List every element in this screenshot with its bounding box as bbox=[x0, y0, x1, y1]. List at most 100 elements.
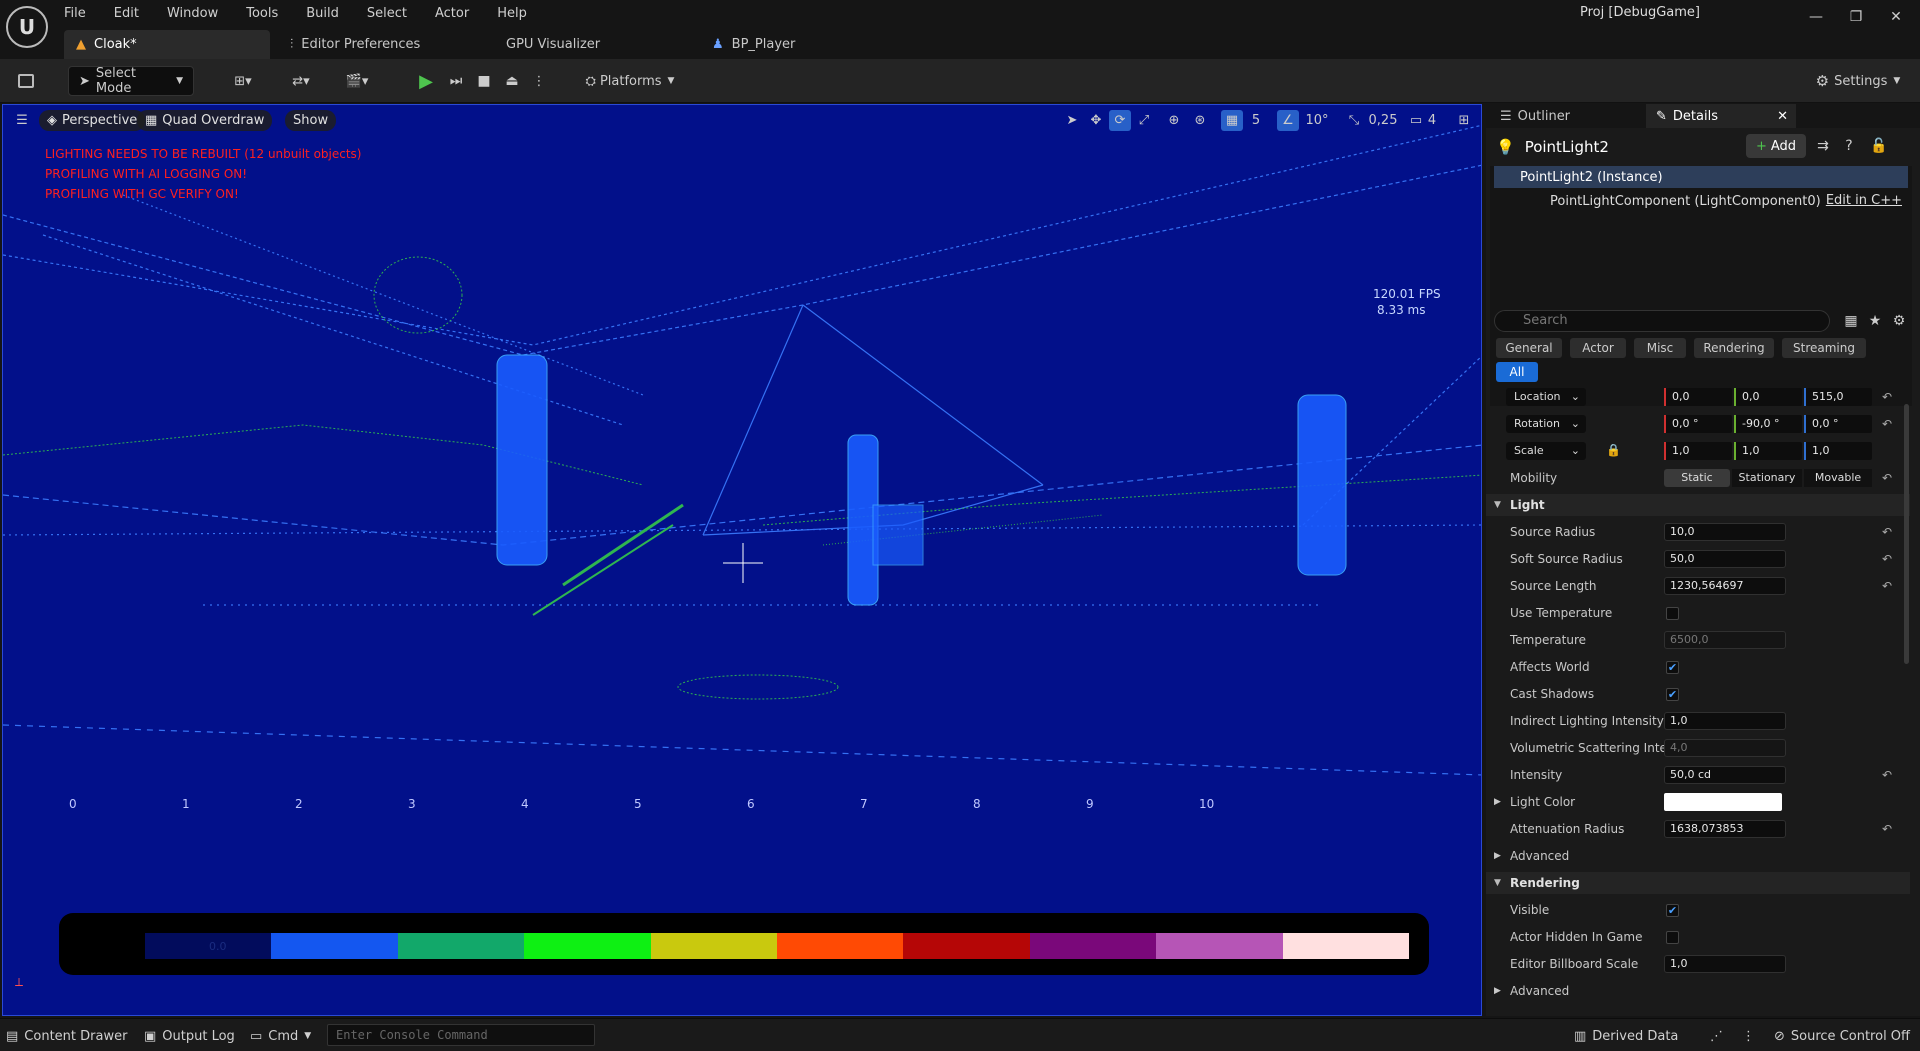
scale-x-field[interactable]: 1,0 bbox=[1664, 442, 1732, 460]
rotation-snap-value[interactable]: 10° bbox=[1303, 110, 1331, 131]
rotation-z-field[interactable]: 0,0 ° bbox=[1804, 415, 1872, 433]
add-content-icon[interactable]: ⊞▾ bbox=[224, 66, 262, 96]
console-command-input[interactable]: Enter Console Command bbox=[327, 1024, 595, 1046]
blueprint-icon[interactable]: ⇄▾ bbox=[280, 66, 322, 96]
reset-arrow-icon[interactable]: ↶ bbox=[1882, 467, 1892, 489]
category-all[interactable]: All bbox=[1496, 362, 1538, 382]
view-mode-button[interactable]: ▦ Quad Overdraw bbox=[137, 110, 273, 131]
add-component-button[interactable]: + Add bbox=[1746, 134, 1806, 158]
table-view-icon[interactable]: ▦ bbox=[1840, 310, 1862, 332]
cinematics-icon[interactable]: 🎬▾ bbox=[336, 66, 378, 96]
surface-snap-icon[interactable]: ⊛ bbox=[1189, 110, 1211, 131]
reset-arrow-icon[interactable]: ↶ bbox=[1882, 413, 1892, 435]
light-color-swatch[interactable] bbox=[1664, 793, 1782, 811]
cmd-dropdown[interactable]: ▭ Cmd ▼ bbox=[250, 1025, 311, 1047]
scale-y-field[interactable]: 1,0 bbox=[1734, 442, 1802, 460]
settings-dropdown[interactable]: ⚙ Settings ▼ bbox=[1810, 66, 1906, 96]
favorites-star-icon[interactable]: ★ bbox=[1864, 310, 1886, 332]
tab-level[interactable]: ▲ Cloak* bbox=[64, 30, 270, 59]
tab-editor-preferences[interactable]: ⫶ Editor Preferences bbox=[278, 30, 432, 59]
billboard-scale-field[interactable]: 1,0 bbox=[1664, 955, 1786, 973]
lock-icon[interactable]: 🔒 bbox=[1606, 443, 1621, 457]
visible-checkbox[interactable]: ✔ bbox=[1666, 904, 1679, 917]
tab-bp-player[interactable]: ♟ BP_Player bbox=[700, 30, 807, 59]
restore-icon[interactable]: ❐ bbox=[1836, 2, 1876, 32]
unreal-logo-icon[interactable]: U bbox=[6, 6, 48, 48]
reset-arrow-icon[interactable]: ↶ bbox=[1882, 818, 1892, 840]
location-y-field[interactable]: 0,0 bbox=[1734, 388, 1802, 406]
attenuation-radius-field[interactable]: 1638,073853 bbox=[1664, 820, 1786, 838]
rendering-advanced-row[interactable]: ▶ Advanced bbox=[1486, 980, 1910, 1002]
mobility-movable-button[interactable]: Movable bbox=[1804, 469, 1872, 487]
location-x-field[interactable]: 0,0 bbox=[1664, 388, 1732, 406]
category-misc[interactable]: Misc bbox=[1634, 338, 1686, 358]
rotation-x-field[interactable]: 0,0 ° bbox=[1664, 415, 1732, 433]
rotation-dropdown[interactable]: Rotation ⌄ bbox=[1506, 415, 1586, 433]
grid-snap-icon[interactable]: ▦ bbox=[1221, 110, 1243, 131]
details-scrollbar[interactable] bbox=[1904, 404, 1909, 664]
level-viewport[interactable]: ☰ ◈ Perspective ▦ Quad Overdraw Show ➤ ✥… bbox=[2, 104, 1482, 1016]
scale-z-field[interactable]: 1,0 bbox=[1804, 442, 1872, 460]
menu-tools[interactable]: Tools bbox=[246, 6, 278, 21]
tab-gpu-visualizer[interactable]: GPU Visualizer bbox=[494, 30, 612, 59]
reset-arrow-icon[interactable]: ↶ bbox=[1882, 386, 1892, 408]
indirect-lighting-field[interactable]: 1,0 bbox=[1664, 712, 1786, 730]
translate-tool-icon[interactable]: ✥ bbox=[1085, 110, 1107, 131]
select-mode-dropdown[interactable]: ➤ Select Mode ▼ bbox=[68, 66, 194, 96]
hidden-in-game-checkbox[interactable] bbox=[1666, 931, 1679, 944]
close-icon[interactable]: ✕ bbox=[1876, 2, 1916, 32]
scale-dropdown[interactable]: Scale ⌄ bbox=[1506, 442, 1586, 460]
grid-snap-value[interactable]: 5 bbox=[1245, 110, 1267, 131]
gear-icon[interactable]: ⚙ bbox=[1888, 310, 1910, 332]
eject-icon[interactable]: ⏏ bbox=[500, 66, 524, 96]
minimize-icon[interactable]: — bbox=[1796, 2, 1836, 32]
output-log-button[interactable]: ▣ Output Log bbox=[144, 1025, 235, 1047]
details-search-input[interactable]: Search bbox=[1494, 310, 1830, 332]
source-radius-field[interactable]: 10,0 bbox=[1664, 523, 1786, 541]
category-general[interactable]: General bbox=[1496, 338, 1562, 358]
location-dropdown[interactable]: Location ⌄ bbox=[1506, 388, 1586, 406]
trace-icon[interactable]: ⋰ bbox=[1710, 1025, 1723, 1047]
edit-in-cpp-link[interactable]: Edit in C++ bbox=[1826, 190, 1902, 212]
light-advanced-row[interactable]: ▶ Advanced bbox=[1486, 845, 1910, 867]
more-icon[interactable]: ⋮ bbox=[1742, 1025, 1755, 1047]
reset-arrow-icon[interactable]: ↶ bbox=[1882, 521, 1892, 543]
soft-source-radius-field[interactable]: 50,0 bbox=[1664, 550, 1786, 568]
rotate-tool-icon[interactable]: ⟳ bbox=[1109, 110, 1131, 131]
tab-details[interactable]: ✎ Details ✕ bbox=[1646, 104, 1796, 128]
scale-snap-icon[interactable]: ⤡ bbox=[1343, 110, 1365, 131]
camera-speed-value[interactable]: 4 bbox=[1425, 110, 1439, 131]
show-button[interactable]: Show bbox=[285, 110, 337, 131]
menu-select[interactable]: Select bbox=[367, 6, 407, 21]
hamburger-menu-icon[interactable]: ☰ bbox=[11, 110, 33, 131]
chevron-right-icon[interactable]: ▶ bbox=[1494, 791, 1501, 813]
world-space-icon[interactable]: ⊕ bbox=[1163, 110, 1185, 131]
step-icon[interactable]: ⏭ bbox=[444, 66, 468, 96]
rotation-snap-icon[interactable]: ∠ bbox=[1277, 110, 1299, 131]
more-options-icon[interactable]: ⋮ bbox=[528, 66, 550, 96]
lock-icon[interactable]: 🔓 bbox=[1866, 134, 1892, 158]
intensity-field[interactable]: 50,0 cd bbox=[1664, 766, 1786, 784]
rendering-section-header[interactable]: ▼ Rendering bbox=[1486, 872, 1910, 894]
close-icon[interactable]: ✕ bbox=[1777, 109, 1788, 124]
help-icon[interactable]: ? bbox=[1836, 134, 1862, 158]
content-drawer-button[interactable]: ▤ Content Drawer bbox=[6, 1025, 127, 1047]
rotation-y-field[interactable]: -90,0 ° bbox=[1734, 415, 1802, 433]
save-icon[interactable] bbox=[12, 66, 40, 96]
reset-arrow-icon[interactable]: ↶ bbox=[1882, 548, 1892, 570]
mobility-stationary-button[interactable]: Stationary bbox=[1732, 469, 1802, 487]
menu-help[interactable]: Help bbox=[497, 6, 527, 21]
stop-icon[interactable]: ■ bbox=[472, 66, 496, 96]
scale-tool-icon[interactable]: ⤢ bbox=[1133, 110, 1155, 131]
menu-edit[interactable]: Edit bbox=[114, 6, 139, 21]
menu-file[interactable]: File bbox=[64, 6, 86, 21]
play-icon[interactable]: ▶ bbox=[414, 66, 438, 96]
reset-arrow-icon[interactable]: ↶ bbox=[1882, 575, 1892, 597]
source-length-field[interactable]: 1230,564697 bbox=[1664, 577, 1786, 595]
affects-world-checkbox[interactable]: ✔ bbox=[1666, 661, 1679, 674]
reset-arrow-icon[interactable]: ↶ bbox=[1882, 764, 1892, 786]
category-streaming[interactable]: Streaming bbox=[1782, 338, 1866, 358]
select-tool-icon[interactable]: ➤ bbox=[1061, 110, 1083, 131]
light-section-header[interactable]: ▼ Light bbox=[1486, 494, 1910, 516]
blueprint-convert-icon[interactable]: ⇉ bbox=[1810, 134, 1836, 158]
